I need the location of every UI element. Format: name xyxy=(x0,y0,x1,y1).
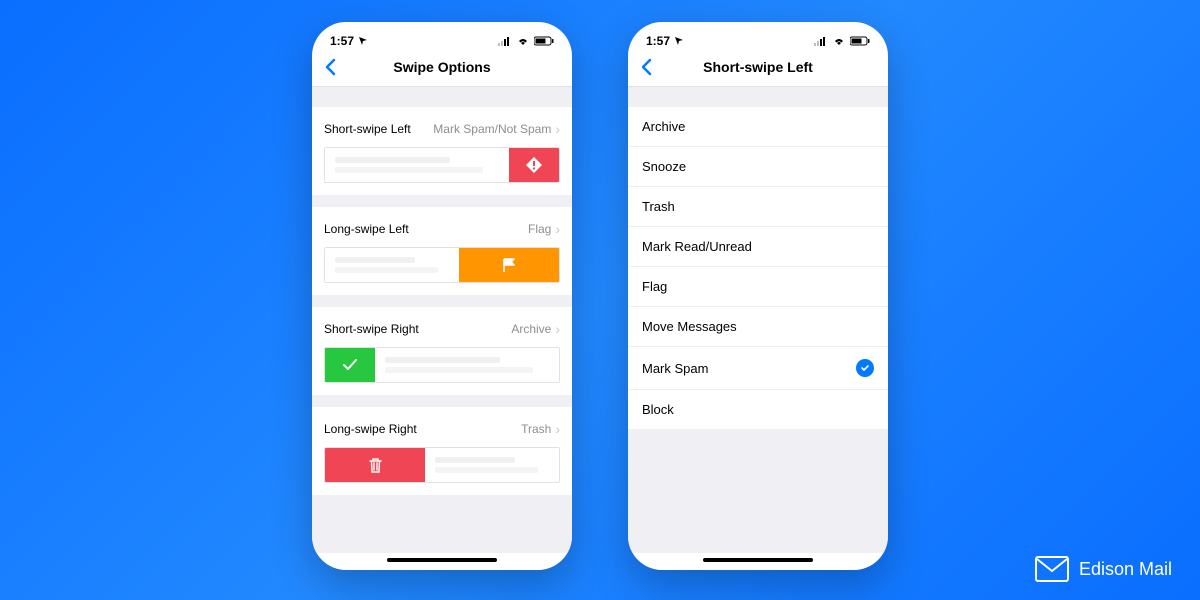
spam-icon xyxy=(509,148,559,182)
option-trash[interactable]: Trash xyxy=(628,187,888,227)
wifi-icon xyxy=(516,36,530,46)
nav-bar: Swipe Options xyxy=(312,52,572,87)
section-short-right: Short-swipe Right Archive › xyxy=(312,307,572,395)
row-label: Long-swipe Right xyxy=(324,422,417,436)
status-time: 1:57 xyxy=(330,34,354,48)
section-long-left: Long-swipe Left Flag › xyxy=(312,207,572,295)
phone-swipe-options: 1:57 Swipe Options Short-swipe Lef xyxy=(312,22,572,570)
battery-icon xyxy=(534,36,554,46)
brand-logo: Edison Mail xyxy=(1035,556,1172,582)
status-time: 1:57 xyxy=(646,34,670,48)
row-label: Short-swipe Right xyxy=(324,322,419,336)
row-label: Short-swipe Left xyxy=(324,122,411,136)
section-short-left: Short-swipe Left Mark Spam/Not Spam › xyxy=(312,107,572,195)
chevron-right-icon: › xyxy=(555,321,560,337)
signal-icon xyxy=(498,36,512,46)
swipe-preview-long-right xyxy=(324,447,560,483)
row-short-left[interactable]: Short-swipe Left Mark Spam/Not Spam › xyxy=(312,107,572,147)
row-value: Flag xyxy=(528,222,551,236)
location-icon xyxy=(358,36,368,46)
option-mark-spam[interactable]: Mark Spam xyxy=(628,347,888,390)
chevron-right-icon: › xyxy=(555,421,560,437)
page-title: Short-swipe Left xyxy=(628,59,888,75)
content: Archive Snooze Trash Mark Read/Unread Fl… xyxy=(628,87,888,553)
row-long-left[interactable]: Long-swipe Left Flag › xyxy=(312,207,572,247)
status-bar: 1:57 xyxy=(312,22,572,52)
option-move[interactable]: Move Messages xyxy=(628,307,888,347)
row-value: Archive xyxy=(511,322,551,336)
option-archive[interactable]: Archive xyxy=(628,107,888,147)
nav-bar: Short-swipe Left xyxy=(628,52,888,87)
home-indicator[interactable] xyxy=(703,558,813,562)
wifi-icon xyxy=(832,36,846,46)
flag-icon xyxy=(459,248,559,282)
row-label: Long-swipe Left xyxy=(324,222,409,236)
swipe-preview-short-right xyxy=(324,347,560,383)
trash-icon xyxy=(325,448,425,482)
swipe-preview-short-left xyxy=(324,147,560,183)
selected-check-icon xyxy=(856,359,874,377)
content: Short-swipe Left Mark Spam/Not Spam › xyxy=(312,87,572,553)
location-icon xyxy=(674,36,684,46)
brand-text: Edison Mail xyxy=(1079,559,1172,580)
status-bar: 1:57 xyxy=(628,22,888,52)
phone-short-swipe-left: 1:57 Short-swipe Left Archive Snooze xyxy=(628,22,888,570)
back-button[interactable] xyxy=(640,58,664,76)
page-title: Swipe Options xyxy=(312,59,572,75)
option-mark-read[interactable]: Mark Read/Unread xyxy=(628,227,888,267)
chevron-right-icon: › xyxy=(555,221,560,237)
check-icon xyxy=(325,348,375,382)
section-long-right: Long-swipe Right Trash › xyxy=(312,407,572,495)
row-long-right[interactable]: Long-swipe Right Trash › xyxy=(312,407,572,447)
option-block[interactable]: Block xyxy=(628,390,888,429)
row-value: Trash xyxy=(521,422,551,436)
option-flag[interactable]: Flag xyxy=(628,267,888,307)
chevron-right-icon: › xyxy=(555,121,560,137)
battery-icon xyxy=(850,36,870,46)
home-indicator[interactable] xyxy=(387,558,497,562)
row-value: Mark Spam/Not Spam xyxy=(433,122,551,136)
swipe-preview-long-left xyxy=(324,247,560,283)
option-snooze[interactable]: Snooze xyxy=(628,147,888,187)
options-list: Archive Snooze Trash Mark Read/Unread Fl… xyxy=(628,107,888,429)
row-short-right[interactable]: Short-swipe Right Archive › xyxy=(312,307,572,347)
back-button[interactable] xyxy=(324,58,348,76)
mail-icon xyxy=(1035,556,1069,582)
signal-icon xyxy=(814,36,828,46)
